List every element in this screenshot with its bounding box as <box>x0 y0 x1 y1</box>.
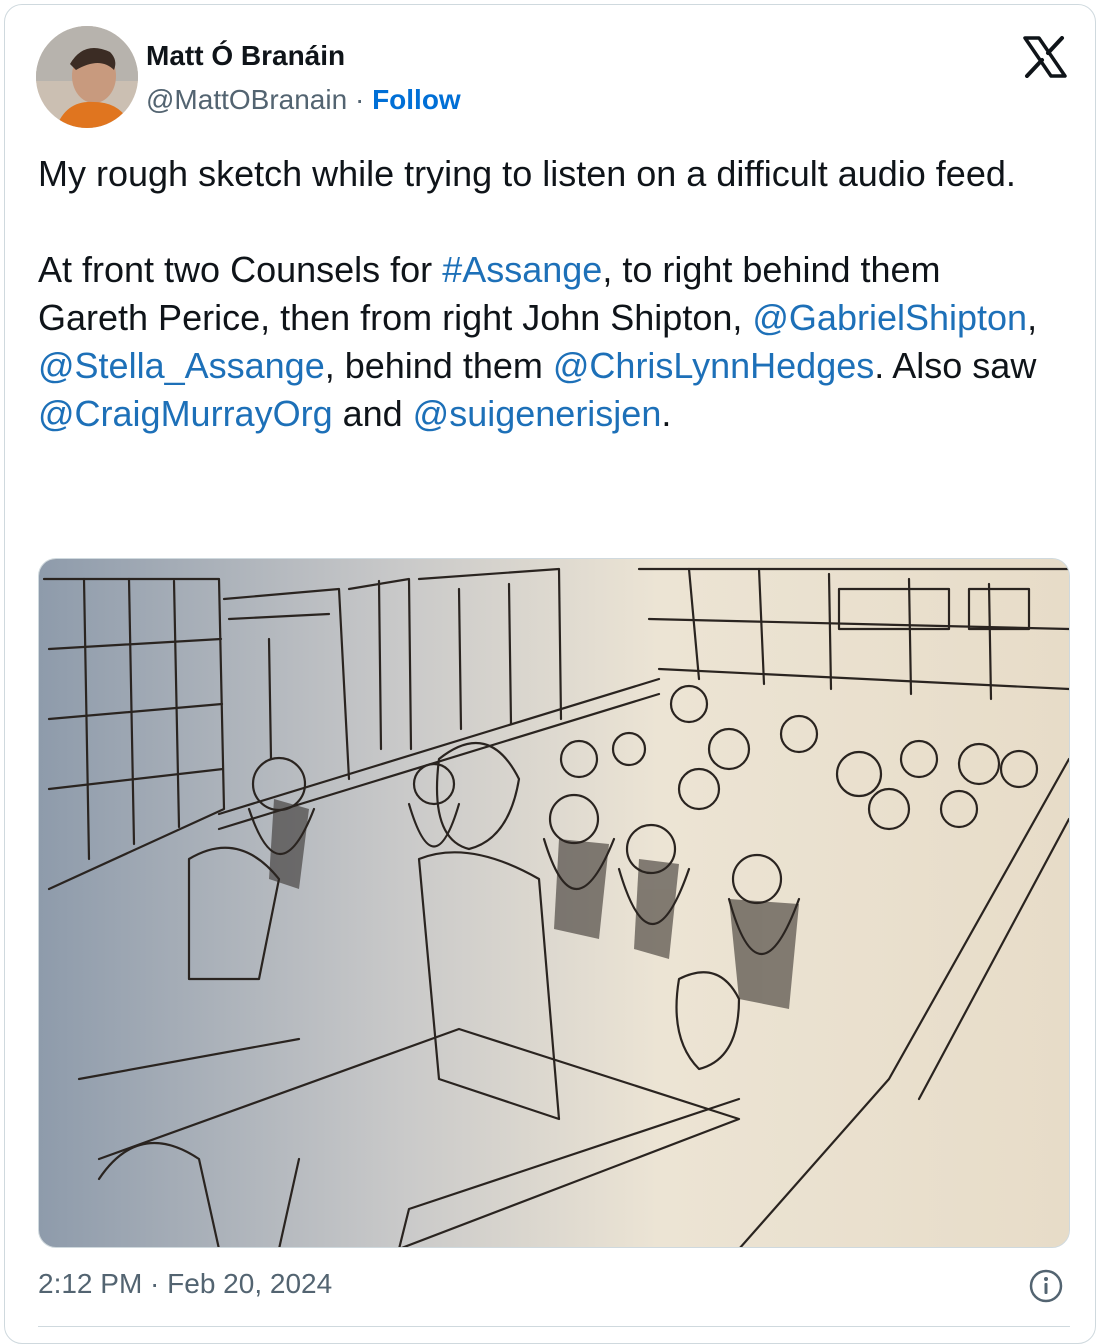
text-fragment: . Also saw <box>874 345 1037 386</box>
tweet-paragraph-1: My rough sketch while trying to listen o… <box>38 153 1016 194</box>
mention-link[interactable]: @Stella_Assange <box>38 345 325 386</box>
avatar[interactable] <box>36 26 138 128</box>
divider <box>38 1326 1070 1327</box>
text-fragment: , <box>1027 297 1038 338</box>
info-icon[interactable] <box>1028 1268 1064 1304</box>
text-fragment: , behind them <box>324 345 553 386</box>
author-handle-row: @MattOBranain · Follow <box>146 84 461 116</box>
separator-dot: · <box>347 84 373 115</box>
mention-link[interactable]: @CraigMurrayOrg <box>38 393 333 434</box>
tweet-image-sketch[interactable] <box>38 558 1070 1248</box>
follow-button[interactable]: Follow <box>372 84 461 115</box>
text-fragment: . <box>661 393 672 434</box>
tweet-text: My rough sketch while trying to listen o… <box>38 150 1048 438</box>
text-fragment: and <box>332 393 413 434</box>
author-handle[interactable]: @MattOBranain <box>146 84 347 115</box>
hashtag-link[interactable]: #Assange <box>442 249 602 290</box>
mention-link[interactable]: @GabrielShipton <box>752 297 1027 338</box>
tweet-timestamp[interactable]: 2:12 PM · Feb 20, 2024 <box>38 1268 332 1300</box>
mention-link[interactable]: @ChrisLynnHedges <box>553 345 874 386</box>
author-name[interactable]: Matt Ó Branáin <box>146 40 345 72</box>
text-fragment: At front two Counsels for <box>38 249 443 290</box>
tweet-paragraph-2: At front two Counsels for #Assange, to r… <box>38 246 1048 438</box>
mention-link[interactable]: @suigenerisjen <box>413 393 662 434</box>
x-logo-icon[interactable] <box>1022 36 1068 78</box>
